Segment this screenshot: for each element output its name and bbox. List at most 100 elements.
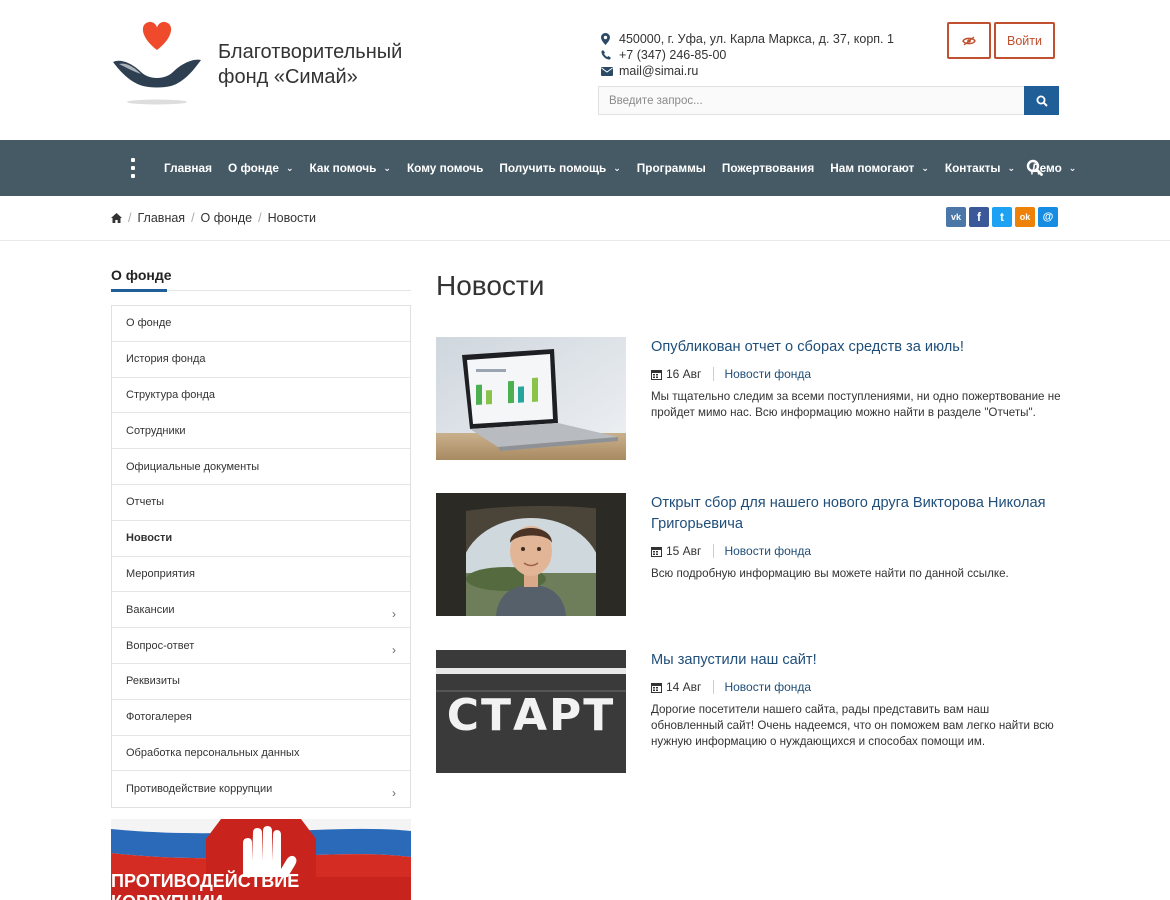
anticorruption-banner[interactable]: ПРОТИВОДЕЙСТВИЕ КОРРУПЦИИ — [111, 819, 411, 900]
sidebar-item-history[interactable]: История фонда — [112, 342, 410, 378]
sidebar-item-anticorruption[interactable]: Противодействие коррупции › — [112, 771, 410, 807]
breadcrumb-current: Новости — [267, 211, 317, 225]
kebab-menu-icon[interactable] — [130, 158, 136, 178]
news-date: 14 Авг — [666, 680, 702, 694]
email-text[interactable]: mail@simai.ru — [619, 63, 698, 79]
nav-item-programs[interactable]: Программы — [629, 140, 714, 196]
home-icon[interactable] — [111, 213, 122, 223]
sidebar-menu: О фонде История фонда Структура фонда Со… — [111, 305, 411, 809]
chevron-down-icon: ⌄ — [1068, 162, 1077, 173]
map-marker-icon — [601, 33, 619, 45]
nav-item-about[interactable]: О фонде ⌄ — [220, 140, 302, 196]
sidebar-item-structure[interactable]: Структура фонда — [112, 378, 410, 414]
news-body: Открыт сбор для нашего нового друга Викт… — [651, 493, 1061, 582]
search-button[interactable] — [1024, 86, 1059, 115]
address-text: 450000, г. Уфа, ул. Карла Маркса, д. 37,… — [619, 32, 894, 46]
phone-text[interactable]: +7 (347) 246-85-00 — [619, 47, 726, 63]
email-row: mail@simai.ru — [601, 63, 894, 79]
news-meta: 16 Авг Новости фонда — [651, 366, 1061, 382]
news-thumbnail-portrait[interactable] — [436, 493, 626, 616]
sidebar-item-about[interactable]: О фонде — [112, 306, 410, 342]
calendar-icon — [651, 682, 662, 693]
sidebar-item-gallery[interactable]: Фотогалерея — [112, 700, 410, 736]
chevron-down-icon: ⌄ — [921, 162, 929, 173]
meta-divider — [713, 367, 715, 381]
page-title: Новости — [436, 270, 545, 301]
eye-slash-icon — [962, 35, 976, 46]
breadcrumb: / Главная / О фонде / Новости — [111, 211, 316, 225]
nav-item-supporters[interactable]: Нам помогают ⌄ — [822, 140, 937, 196]
heart-hands-logo-icon[interactable] — [111, 20, 203, 106]
brand-line-2: фонд «Симай» — [218, 66, 358, 88]
nav-item-how-to-help[interactable]: Как помочь ⌄ — [302, 140, 399, 196]
twitter-share-icon[interactable]: t — [992, 207, 1012, 227]
nav-item-contacts[interactable]: Контакты ⌄ — [937, 140, 1023, 196]
start-image-text: СТАРТ — [447, 690, 616, 741]
brand-name[interactable]: Благотворительный фонд «Симай» — [218, 40, 458, 90]
news-meta: 15 Авг Новости фонда — [651, 543, 1061, 559]
sidebar-item-personal-data[interactable]: Обработка персональных данных — [112, 736, 410, 772]
address-row: 450000, г. Уфа, ул. Карла Маркса, д. 37,… — [601, 31, 894, 47]
sidebar-item-news[interactable]: Новости — [112, 521, 410, 557]
brand-line-1: Благотворительный — [218, 41, 403, 63]
chevron-down-icon: ⌄ — [613, 162, 621, 173]
phone-row: +7 (347) 246-85-00 — [601, 47, 894, 63]
search-icon — [1036, 95, 1048, 107]
site-header: Благотворительный фонд «Симай» 450000, г… — [0, 0, 1170, 140]
calendar-icon — [651, 546, 662, 557]
phone-icon — [601, 50, 619, 60]
nav-item-donations[interactable]: Пожертвования — [714, 140, 822, 196]
breadcrumb-separator: / — [191, 211, 195, 225]
search-input[interactable] — [598, 86, 1025, 115]
news-date: 15 Авг — [666, 544, 702, 558]
sidebar-item-documents[interactable]: Официальные документы — [112, 449, 410, 485]
chevron-right-icon: › — [392, 606, 396, 621]
chevron-right-icon: › — [392, 786, 396, 801]
breadcrumb-item[interactable]: Главная — [137, 211, 185, 225]
envelope-icon — [601, 66, 619, 76]
news-category-link[interactable]: Новости фонда — [724, 367, 811, 381]
facebook-share-icon[interactable]: f — [969, 207, 989, 227]
sidebar-item-faq[interactable]: Вопрос-ответ › — [112, 628, 410, 664]
main-nav: Главная О фонде ⌄ Как помочь ⌄ Кому помочь… — [0, 140, 1170, 196]
sidebar-title: О фонде — [111, 267, 172, 283]
nav-item-get-help[interactable]: Получить помощь ⌄ — [491, 140, 628, 196]
news-date: 16 Авг — [666, 367, 702, 381]
sidebar-item-events[interactable]: Мероприятия — [112, 557, 410, 593]
news-body: Мы запустили наш сайт! 14 Авг Новости фо… — [651, 650, 1061, 750]
news-title[interactable]: Мы запустили наш сайт! — [651, 650, 1061, 671]
calendar-icon — [651, 369, 662, 380]
sidebar-item-staff[interactable]: Сотрудники — [112, 413, 410, 450]
moimir-share-icon[interactable]: @ — [1038, 207, 1058, 227]
news-category-link[interactable]: Новости фонда — [724, 680, 811, 694]
chevron-down-icon: ⌄ — [1007, 162, 1016, 173]
sidebar-item-reports[interactable]: Отчеты — [112, 485, 410, 521]
nav-item-home[interactable]: Главная — [156, 140, 220, 196]
login-button[interactable]: Войти — [994, 22, 1055, 59]
contacts-block: 450000, г. Уфа, ул. Карла Маркса, д. 37,… — [601, 31, 894, 79]
chevron-down-icon: ⌄ — [383, 162, 391, 173]
news-title[interactable]: Открыт сбор для нашего нового друга Викт… — [651, 493, 1061, 535]
sidebar-item-vacancies[interactable]: Вакансии › — [112, 592, 410, 629]
odnoklassniki-share-icon[interactable]: ok — [1015, 207, 1035, 227]
accessibility-eye-button[interactable] — [947, 22, 991, 59]
social-share-buttons: vk f t ok @ — [946, 207, 1058, 227]
meta-divider — [713, 544, 715, 558]
breadcrumb-separator: / — [128, 211, 132, 225]
nav-item-whom-to-help[interactable]: Кому помочь — [399, 140, 491, 196]
news-meta: 14 Авг Новости фонда — [651, 679, 1061, 695]
news-category-link[interactable]: Новости фонда — [724, 544, 811, 558]
news-thumbnail-laptop[interactable] — [436, 337, 626, 460]
chevron-right-icon: › — [392, 642, 396, 657]
news-excerpt: Всю подробную информацию вы можете найти… — [651, 567, 1009, 580]
news-excerpt: Мы тщательно следим за всеми поступления… — [651, 390, 1061, 419]
breadcrumb-item[interactable]: О фонде — [201, 211, 253, 225]
news-body: Опубликован отчет о сборах средств за ию… — [651, 337, 1061, 421]
breadcrumb-separator: / — [258, 211, 262, 225]
sidebar-title-underline — [111, 289, 167, 292]
nav-search-icon[interactable] — [1026, 159, 1043, 176]
vk-share-icon[interactable]: vk — [946, 207, 966, 227]
news-title[interactable]: Опубликован отчет о сборах средств за ию… — [651, 337, 1061, 358]
sidebar-item-requisites[interactable]: Реквизиты — [112, 664, 410, 700]
news-thumbnail-start[interactable]: СТАРТ — [436, 650, 626, 773]
